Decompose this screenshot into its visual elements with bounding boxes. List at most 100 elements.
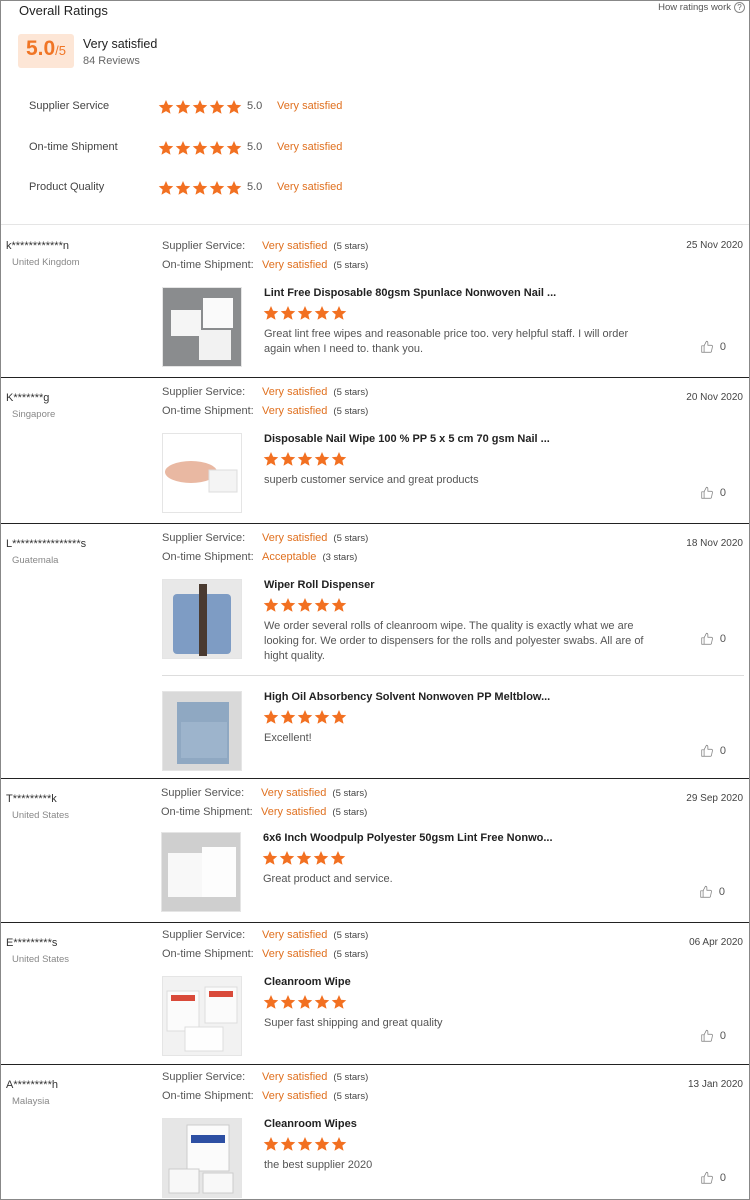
product-title[interactable]: Cleanroom Wipe (264, 976, 351, 988)
review-comment: Great product and service. (263, 873, 393, 885)
star-icon (314, 1136, 330, 1152)
reviewed-product: 6x6 Inch Woodpulp Polyester 50gsm Lint F… (161, 832, 743, 912)
criterion-name: Supplier Service (29, 100, 110, 112)
thumbs-up-icon (700, 1029, 714, 1043)
product-divider (162, 675, 744, 676)
product-thumbnail[interactable] (162, 691, 242, 771)
star-icon (331, 451, 347, 467)
reviewer-name: L****************s (6, 538, 87, 550)
star-icon (314, 709, 330, 725)
reviewer-name: T*********k (6, 793, 57, 805)
review-date: 18 Nov 2020 (686, 538, 743, 549)
reviewer-country: Malaysia (12, 1096, 50, 1107)
question-icon: ? (734, 2, 745, 13)
product-title[interactable]: 6x6 Inch Woodpulp Polyester 50gsm Lint F… (263, 832, 553, 844)
overall-score-max: /5 (55, 43, 67, 58)
supplier-service-label: Supplier Service: (162, 532, 246, 544)
supplier-service-value: Very satisfied (262, 929, 328, 941)
product-thumbnail[interactable] (162, 1118, 242, 1198)
product-stars (263, 709, 347, 725)
helpful-button[interactable]: 0 (700, 486, 726, 500)
product-thumbnail[interactable] (161, 832, 241, 912)
product-title[interactable]: Lint Free Disposable 80gsm Spunlace Nonw… (264, 287, 556, 299)
product-stars (263, 305, 347, 321)
star-icon (331, 305, 347, 321)
section-title: Overall Ratings (19, 3, 108, 18)
star-icon (280, 305, 296, 321)
helpful-count: 0 (719, 745, 726, 757)
star-icon (262, 850, 278, 866)
product-title[interactable]: Wiper Roll Dispenser (264, 579, 375, 591)
reviewer-country: United States (12, 810, 70, 821)
reviewed-product: Disposable Nail Wipe 100 % PP 5 x 5 cm 7… (162, 433, 744, 513)
ontime-shipment-rating: On-time Shipment: Very satisfied (5 stars) (162, 405, 368, 419)
star-icon (280, 597, 296, 613)
helpful-button[interactable]: 0 (699, 885, 725, 899)
star-icon (226, 140, 242, 156)
how-ratings-work-link[interactable]: How ratings work ? (658, 2, 745, 13)
product-title[interactable]: Cleanroom Wipes (264, 1118, 357, 1130)
helpful-count: 0 (719, 1172, 726, 1184)
product-title[interactable]: High Oil Absorbency Solvent Nonwoven PP … (264, 691, 550, 703)
ontime-shipment-rating: On-time Shipment: Very satisfied (5 stars) (162, 1090, 368, 1104)
star-icon (314, 451, 330, 467)
criterion-product-quality: Product Quality 5.0 Very satisfied (1, 178, 749, 198)
review-date: 13 Jan 2020 (687, 1079, 743, 1090)
helpful-button[interactable]: 0 (700, 1171, 726, 1185)
supplier-service-rating: Supplier Service: Very satisfied (5 stars) (161, 787, 367, 801)
product-stars (263, 597, 347, 613)
star-icon (158, 99, 174, 115)
star-icon (314, 597, 330, 613)
overall-label: Very satisfied (83, 37, 158, 51)
helpful-button[interactable]: 0 (700, 1029, 726, 1043)
supplier-service-value: Very satisfied (262, 240, 328, 252)
reviewer-name: K*******g (6, 392, 50, 404)
star-icon (331, 994, 347, 1010)
supplier-service-value: Very satisfied (261, 787, 327, 799)
ontime-shipment-value: Very satisfied (262, 948, 328, 960)
supplier-service-stars: (5 stars) (333, 533, 369, 544)
reviewer-name: k************n (6, 240, 69, 252)
review-card: K*******g Singapore 20 Nov 2020 Supplier… (1, 378, 749, 524)
review-comment: Super fast shipping and great quality (264, 1017, 443, 1029)
star-icon (331, 1136, 347, 1152)
star-icon (263, 305, 279, 321)
helpful-count: 0 (719, 1030, 726, 1042)
thumbs-up-icon (700, 632, 714, 646)
star-icon (263, 597, 279, 613)
ontime-shipment-stars: (3 stars) (322, 552, 358, 563)
criterion-text: Very satisfied (277, 100, 343, 112)
criterion-stars (158, 140, 242, 156)
reviewed-product: High Oil Absorbency Solvent Nonwoven PP … (162, 691, 744, 771)
product-thumbnail[interactable] (162, 579, 242, 659)
criterion-text: Very satisfied (277, 181, 343, 193)
thumbs-up-icon (700, 340, 714, 354)
thumbs-up-icon (699, 885, 713, 899)
ontime-shipment-label: On-time Shipment: (162, 259, 254, 271)
helpful-button[interactable]: 0 (700, 632, 726, 646)
reviewed-product: Lint Free Disposable 80gsm Spunlace Nonw… (162, 287, 744, 367)
review-date: 20 Nov 2020 (686, 392, 743, 403)
helpful-button[interactable]: 0 (700, 744, 726, 758)
criterion-supplier-service: Supplier Service 5.0 Very satisfied (1, 97, 749, 117)
ontime-shipment-label: On-time Shipment: (162, 1090, 254, 1102)
star-icon (175, 180, 191, 196)
helpful-button[interactable]: 0 (700, 340, 726, 354)
product-title[interactable]: Disposable Nail Wipe 100 % PP 5 x 5 cm 7… (264, 433, 550, 445)
star-icon (331, 597, 347, 613)
how-ratings-work-label: How ratings work (658, 2, 731, 13)
supplier-service-rating: Supplier Service: Very satisfied (5 stars) (162, 1071, 368, 1085)
product-thumbnail[interactable] (162, 287, 242, 367)
product-thumbnail[interactable] (162, 976, 242, 1056)
criterion-text: Very satisfied (277, 141, 343, 153)
thumbs-up-icon (700, 486, 714, 500)
supplier-service-value: Very satisfied (262, 532, 328, 544)
ontime-shipment-stars: (5 stars) (333, 949, 369, 960)
product-thumbnail[interactable] (162, 433, 242, 513)
reviewer-country: United States (12, 954, 70, 965)
criterion-name: On-time Shipment (29, 141, 118, 153)
star-icon (209, 140, 225, 156)
criterion-name: Product Quality (29, 181, 105, 193)
criterion-score: 5.0 (247, 100, 263, 112)
supplier-service-label: Supplier Service: (161, 787, 245, 799)
